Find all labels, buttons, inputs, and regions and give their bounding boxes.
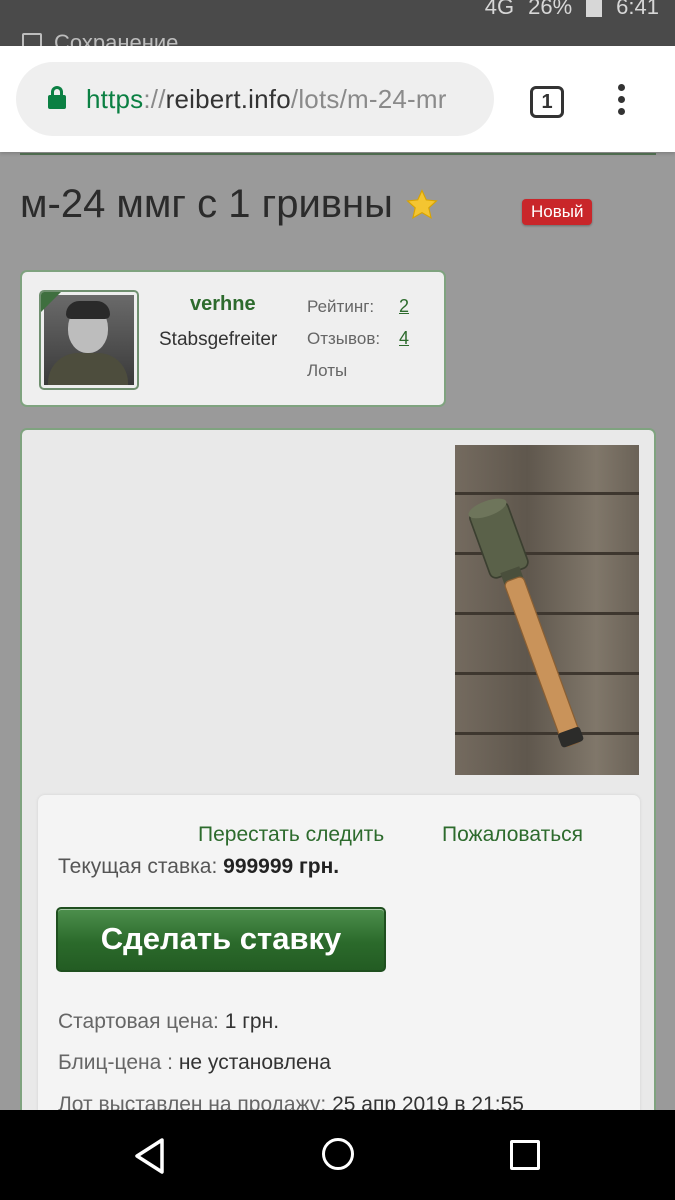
network-label: 4G (484, 0, 515, 19)
bid-box: Перестать следить Пожаловаться Текущая с… (38, 795, 640, 1126)
new-badge: Новый (522, 199, 593, 225)
header-divider (20, 153, 656, 155)
report-link[interactable]: Пожаловаться (442, 823, 583, 847)
download-icon (22, 33, 42, 46)
rating-value-link[interactable]: 2 (399, 296, 409, 317)
current-bid-value: 999999 грн. (223, 855, 340, 878)
start-price-label: Стартовая цена: (58, 1010, 219, 1033)
url-text[interactable]: https://reibert.info/lots/m-24-mr (86, 84, 447, 115)
unwatch-link[interactable]: Перестать следить (198, 823, 384, 847)
notification-underlay: Сохранение (22, 30, 178, 46)
reviews-value-link[interactable]: 4 (399, 328, 409, 349)
grenade-image (468, 498, 584, 748)
status-icons: 4G 26% 6:41 (485, 0, 659, 20)
lot-title-row: м-24 ммг с 1 гривны (20, 182, 439, 227)
url-path: /lots/m-24-mr (290, 84, 447, 114)
tab-switcher-button[interactable]: 1 (530, 86, 564, 118)
back-icon[interactable] (132, 1136, 168, 1176)
notification-text: Сохранение (54, 30, 179, 46)
blitz-price-label: Блиц-цена : (58, 1051, 173, 1074)
lot-panel: Перестать следить Пожаловаться Текущая с… (20, 428, 656, 1128)
lots-link[interactable]: Лоты (307, 361, 347, 381)
home-icon[interactable] (322, 1138, 354, 1170)
seller-card: verhne Stabsgefreiter Рейтинг: 2 Отзывов… (20, 270, 446, 407)
avatar[interactable] (39, 290, 139, 390)
place-bid-button[interactable]: Сделать ставку (56, 907, 386, 972)
seller-username[interactable]: verhne (190, 293, 256, 316)
seller-rank: Stabsgefreiter (159, 329, 278, 350)
status-bar: Сохранение 4G 26% 6:41 (0, 0, 675, 46)
blitz-price-value: не установлена (178, 1051, 331, 1074)
lot-photo[interactable] (455, 445, 639, 775)
recents-icon[interactable] (510, 1140, 540, 1170)
browser-toolbar: https://reibert.info/lots/m-24-mr 1 (0, 46, 675, 152)
address-bar[interactable]: https://reibert.info/lots/m-24-mr (16, 62, 494, 136)
overflow-menu-icon[interactable] (618, 84, 626, 118)
page-title: м-24 ммг с 1 гривны (20, 182, 393, 226)
current-bid-label: Текущая ставка: (58, 855, 218, 878)
url-scheme: https (86, 84, 144, 114)
avatar-corner-flag (41, 292, 61, 312)
battery-icon (586, 0, 603, 17)
url-separator: :// (143, 84, 166, 114)
reviews-label: Отзывов: (307, 329, 381, 348)
url-host: reibert.info (165, 84, 291, 114)
blitz-price: Блиц-цена : не установлена (58, 1051, 331, 1075)
rating-label: Рейтинг: (307, 297, 375, 316)
battery-label: 26% (528, 0, 573, 19)
star-icon[interactable] (405, 188, 439, 222)
start-price-value: 1 грн. (224, 1010, 280, 1033)
current-bid: Текущая ставка: 999999 грн. (58, 855, 339, 879)
clock: 6:41 (616, 0, 659, 19)
start-price: Стартовая цена: 1 грн. (58, 1010, 279, 1034)
android-nav-bar (0, 1110, 675, 1200)
lock-icon[interactable] (48, 86, 66, 109)
